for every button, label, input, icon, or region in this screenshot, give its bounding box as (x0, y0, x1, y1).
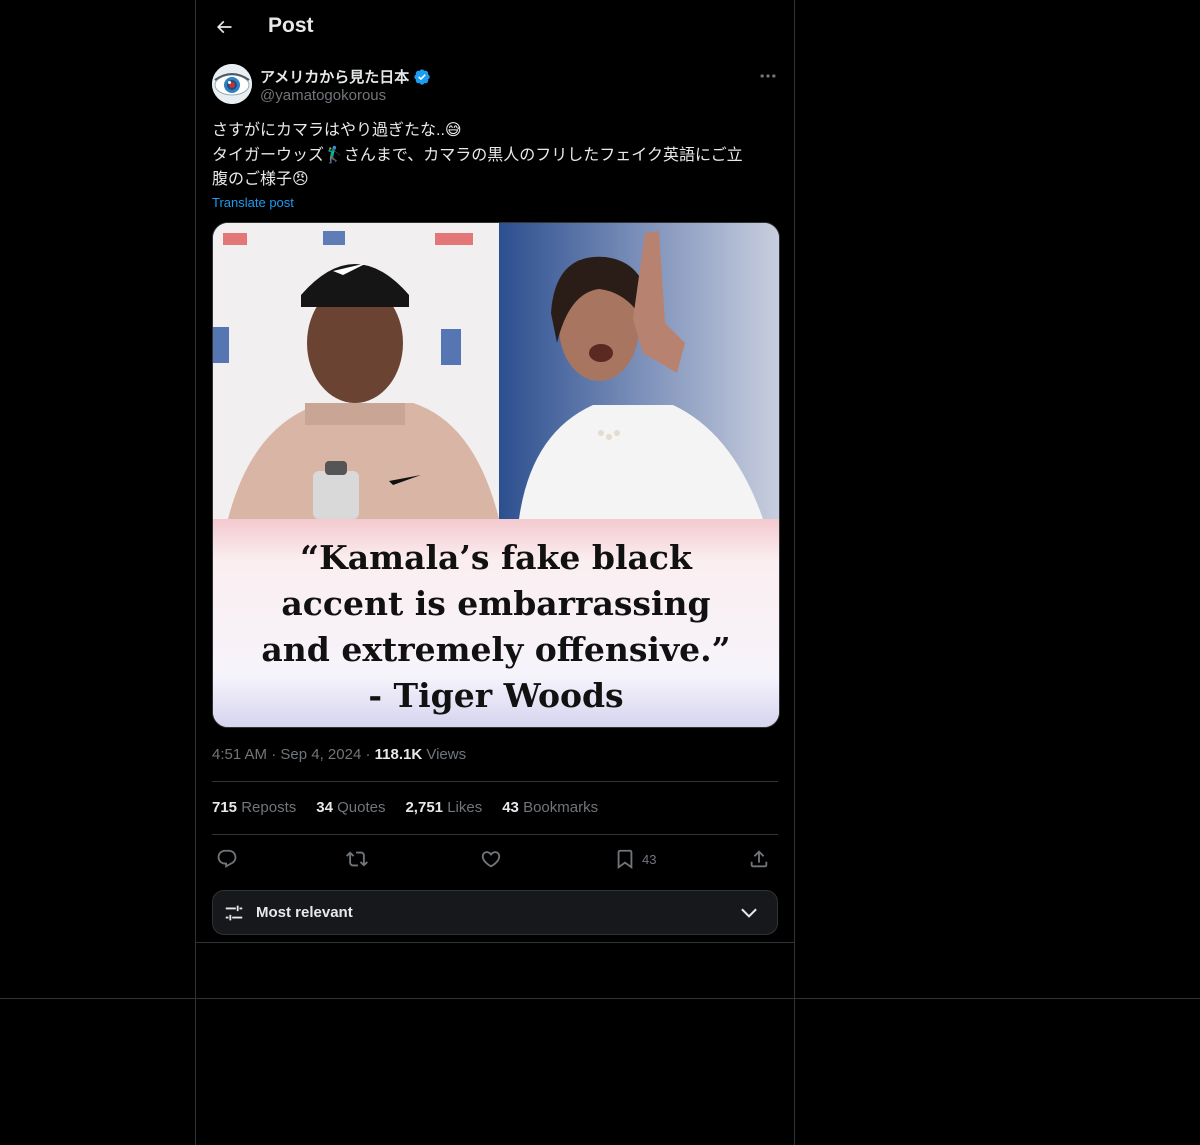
bookmark-count: 43 (642, 851, 657, 867)
image-caption-line: - Tiger Woods (368, 676, 624, 715)
divider (212, 834, 778, 835)
like-icon (481, 851, 501, 868)
share-button[interactable] (748, 847, 770, 871)
divider (212, 781, 778, 782)
repost-icon (346, 851, 368, 867)
likes-stat[interactable]: 2,751 Likes (405, 799, 482, 816)
image-caption-line: accent is embarrassing (281, 584, 711, 623)
post-actions: 43 (212, 845, 778, 873)
repost-button[interactable] (346, 847, 368, 871)
page-title: Post (268, 14, 314, 37)
back-button[interactable] (212, 15, 236, 39)
translate-post-link[interactable]: Translate post (212, 195, 294, 210)
bookmarks-label: Bookmarks (523, 799, 599, 816)
avatar-image (212, 64, 252, 104)
reposts-count: 715 (212, 799, 238, 816)
post-text-line: タイガーウッズ🏌️‍♂️さんまで、カマラの黒人のフリしたフェイク英語にご立 (212, 146, 743, 164)
divider (0, 998, 1200, 999)
share-icon (750, 850, 768, 868)
sort-label: Most relevant (256, 904, 353, 921)
reply-button[interactable] (216, 847, 238, 871)
likes-count: 2,751 (405, 799, 444, 816)
image-caption-line: “Kamala’s fake black (300, 538, 692, 577)
post-stats: 715 Reposts 34 Quotes 2,751 Likes 43 Boo… (212, 799, 598, 816)
post-text-line: さすがにカマラはやり過ぎたな..😅 (212, 122, 462, 139)
author-display-name[interactable]: アメリカから見た日本 (260, 66, 409, 87)
verified-badge-icon (414, 68, 430, 85)
post-text: さすがにカマラはやり過ぎたな..😅 タイガーウッズ🏌️‍♂️さんまで、カマラの黒… (212, 119, 782, 193)
post-image[interactable]: “Kamala’s fake black accent is embarrass… (212, 222, 780, 728)
meta-separator: · (365, 746, 371, 763)
bookmark-button[interactable]: 43 (614, 847, 656, 871)
chevron-down-icon (741, 908, 757, 918)
sliders-icon (225, 905, 243, 921)
author-name-row[interactable]: アメリカから見た日本 (260, 66, 431, 87)
meta-separator: · (271, 746, 277, 763)
quotes-stat[interactable]: 34 Quotes (316, 799, 385, 816)
reposts-label: Reposts (241, 799, 297, 816)
post-time[interactable]: 4:51 AM (212, 746, 267, 763)
avatar[interactable] (212, 64, 252, 104)
bookmarks-count: 43 (502, 799, 519, 816)
image-caption: “Kamala’s fake black accent is embarrass… (213, 535, 779, 719)
page-header: Post (196, 0, 794, 53)
views-count: 118.1K (374, 746, 423, 763)
bookmark-icon (617, 849, 633, 870)
more-horizontal-icon (760, 74, 776, 78)
post-meta: 4:51 AM · Sep 4, 2024 · 118.1K Views (212, 746, 466, 763)
more-options-button[interactable] (758, 66, 778, 86)
post-column: Post アメリカから見た日本 @yamatogokorous さすがにカマラは… (195, 0, 795, 1145)
post-date[interactable]: Sep 4, 2024 (280, 746, 361, 763)
author-handle[interactable]: @yamatogokorous (260, 87, 386, 104)
quotes-count: 34 (316, 799, 333, 816)
bookmarks-stat[interactable]: 43 Bookmarks (502, 799, 598, 816)
reposts-stat[interactable]: 715 Reposts (212, 799, 296, 816)
like-button[interactable] (480, 847, 502, 871)
divider (196, 942, 794, 943)
reply-icon (217, 849, 237, 868)
image-caption-line: and extremely offensive.” (261, 630, 731, 669)
likes-label: Likes (447, 799, 483, 816)
sort-replies-dropdown[interactable]: Most relevant (212, 890, 778, 935)
arrow-left-icon (216, 20, 232, 34)
quotes-label: Quotes (337, 799, 386, 816)
views-label: Views (426, 746, 467, 763)
post-text-line: 腹のご様子😠 (212, 171, 309, 188)
